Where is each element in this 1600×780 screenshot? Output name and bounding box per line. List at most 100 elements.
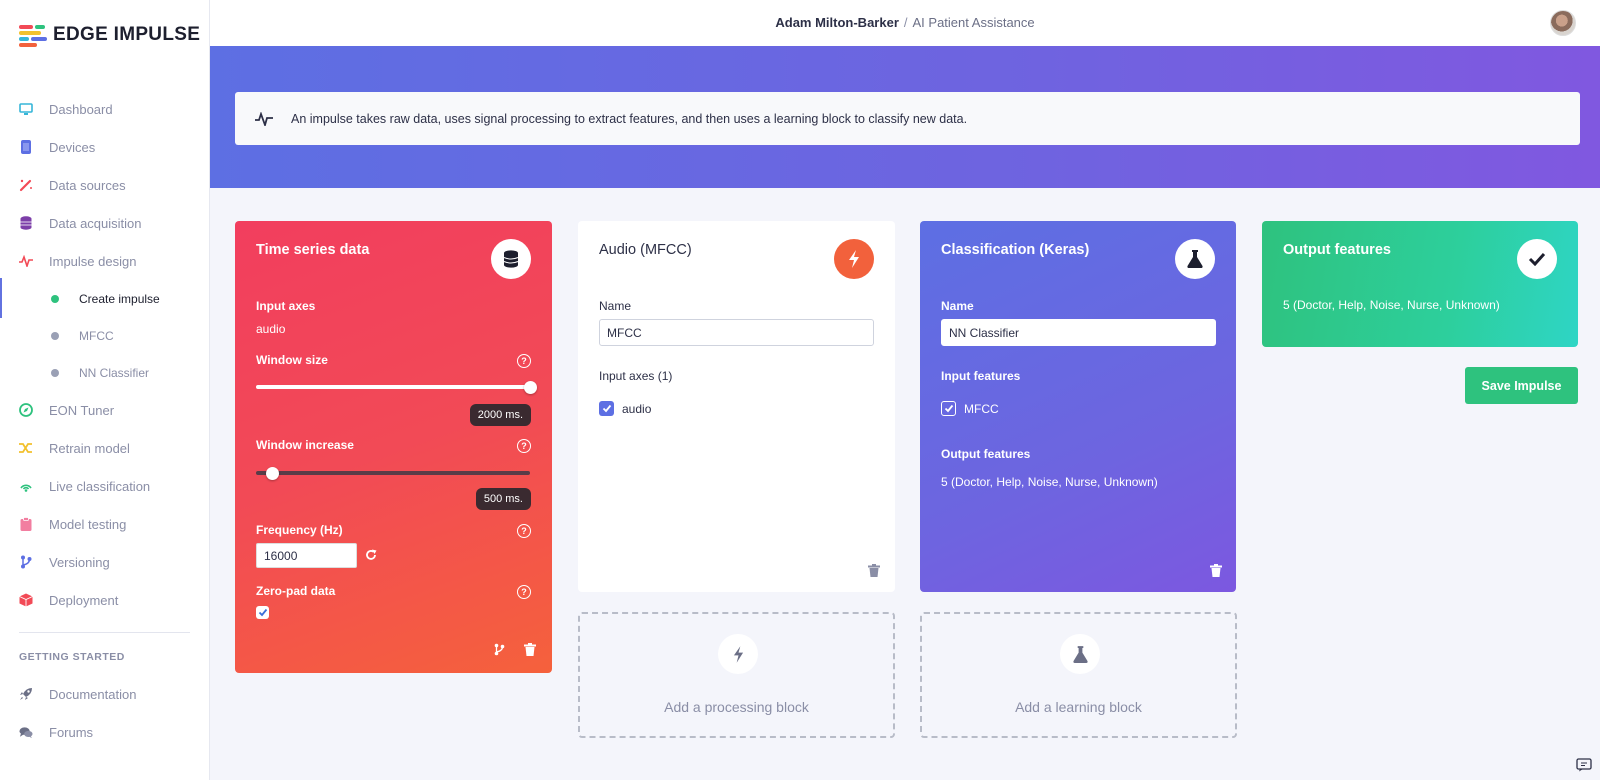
breadcrumb-project[interactable]: AI Patient Assistance — [913, 15, 1035, 30]
sidebar-item-label: Documentation — [49, 686, 137, 702]
block-name-input[interactable]: NN Classifier — [941, 319, 1216, 346]
output-features-value: 5 (Doctor, Help, Noise, Nurse, Unknown) — [1283, 298, 1500, 312]
name-label: Name — [599, 299, 632, 313]
lightning-icon — [834, 239, 874, 279]
sidebar-subitem-nn-classifier[interactable]: NN Classifier — [0, 354, 209, 391]
breadcrumb: Adam Milton-Barker / AI Patient Assistance — [210, 15, 1600, 30]
output-features-value: 5 (Doctor, Help, Noise, Nurse, Unknown) — [941, 475, 1158, 489]
sidebar-item-versioning[interactable]: Versioning — [0, 543, 209, 581]
breadcrumb-user[interactable]: Adam Milton-Barker — [775, 15, 899, 30]
logo-mark-icon — [19, 24, 47, 47]
output-features-label: Output features — [941, 447, 1031, 461]
sidebar-item-eon-tuner[interactable]: EON Tuner — [0, 391, 209, 429]
logo-text: EDGE IMPULSE — [53, 24, 201, 45]
window-increase-slider-handle[interactable] — [265, 467, 279, 480]
compass-icon — [19, 403, 33, 417]
dot-icon — [51, 331, 59, 340]
block-title: Classification (Keras) — [941, 242, 1090, 258]
active-dot-icon — [51, 294, 59, 303]
edge-impulse-logo[interactable]: EDGE IMPULSE — [19, 24, 201, 47]
check-icon — [1517, 239, 1557, 279]
dot-icon — [51, 368, 59, 377]
zero-pad-checkbox[interactable] — [256, 606, 269, 619]
add-learning-block[interactable]: Add a learning block — [920, 612, 1237, 738]
window-size-label: Window size — [256, 353, 328, 367]
learning-block-keras: Classification (Keras) Name NN Classifie… — [920, 221, 1236, 592]
help-icon[interactable]: ? — [517, 439, 531, 453]
pulse-icon — [255, 111, 273, 126]
axis-checkbox-audio[interactable] — [599, 401, 614, 416]
sidebar-item-devices[interactable]: Devices — [0, 128, 209, 166]
sidebar-item-retrain-model[interactable]: Retrain model — [0, 429, 209, 467]
flask-icon — [1175, 239, 1215, 279]
sidebar-item-label: Versioning — [49, 554, 110, 570]
window-increase-label: Window increase — [256, 438, 354, 452]
help-icon[interactable]: ? — [517, 585, 531, 599]
window-size-value-badge: 2000 ms. — [469, 404, 531, 426]
delete-icon[interactable] — [524, 643, 536, 656]
lightning-icon — [718, 634, 758, 674]
database-icon — [19, 216, 33, 230]
input-feature-option-label: MFCC — [964, 402, 999, 416]
zero-pad-label: Zero-pad data — [256, 584, 336, 598]
sidebar-item-label: EON Tuner — [49, 402, 115, 418]
monitor-icon — [19, 102, 33, 116]
getting-started-heading: GETTING STARTED — [19, 651, 125, 663]
clipboard-icon — [19, 517, 33, 531]
branch-icon — [19, 555, 33, 569]
block-title: Time series data — [256, 242, 370, 258]
sidebar-item-dashboard[interactable]: Dashboard — [0, 90, 209, 128]
add-processing-block[interactable]: Add a processing block — [578, 612, 895, 738]
database-icon — [491, 239, 531, 279]
sidebar-item-impulse-design[interactable]: Impulse design — [0, 242, 209, 280]
output-features-block: Output features 5 (Doctor, Help, Noise, … — [1262, 221, 1578, 347]
feedback-icon[interactable] — [1576, 758, 1592, 772]
window-size-slider-handle[interactable] — [523, 381, 537, 394]
sidebar-item-documentation[interactable]: Documentation — [0, 675, 209, 713]
delete-icon[interactable] — [868, 564, 880, 577]
frequency-input[interactable]: 16000 — [256, 543, 357, 568]
branch-icon[interactable] — [494, 643, 505, 656]
comments-icon — [19, 725, 33, 739]
input-axes-label: Input axes (1) — [599, 369, 673, 383]
sidebar-subitem-mfcc[interactable]: MFCC — [0, 317, 209, 354]
sidebar-item-label: Impulse design — [49, 253, 137, 269]
time-series-block: Time series data Input axes audio Window… — [235, 221, 552, 673]
delete-icon[interactable] — [1210, 564, 1222, 577]
sidebar-item-forums[interactable]: Forums — [0, 713, 209, 751]
sidebar-item-model-testing[interactable]: Model testing — [0, 505, 209, 543]
sidebar-item-label: Model testing — [49, 516, 127, 532]
sidebar-item-label: Data sources — [49, 177, 126, 193]
sidebar-item-data-acquisition[interactable]: Data acquisition — [0, 204, 209, 242]
input-features-label: Input features — [941, 369, 1021, 383]
sidebar-subitem-label: NN Classifier — [79, 365, 150, 380]
pulse-icon — [19, 254, 33, 268]
input-feature-checkbox-mfcc[interactable] — [941, 401, 956, 416]
add-learning-block-label: Add a learning block — [1015, 699, 1142, 715]
sidebar-item-deployment[interactable]: Deployment — [0, 581, 209, 619]
help-icon[interactable]: ? — [517, 354, 531, 368]
sidebar-item-label: Dashboard — [49, 101, 113, 117]
name-label: Name — [941, 299, 974, 313]
info-banner: An impulse takes raw data, uses signal p… — [235, 92, 1580, 145]
sidebar-item-data-sources[interactable]: Data sources — [0, 166, 209, 204]
box-icon — [19, 593, 33, 607]
save-impulse-button[interactable]: Save Impulse — [1465, 367, 1578, 404]
help-icon[interactable]: ? — [517, 524, 531, 538]
block-name-input[interactable]: MFCC — [599, 319, 874, 346]
sidebar-item-live-classification[interactable]: Live classification — [0, 467, 209, 505]
refresh-icon[interactable] — [365, 549, 377, 561]
user-avatar[interactable] — [1550, 10, 1576, 36]
sidebar-subitem-label: MFCC — [79, 328, 114, 343]
frequency-label: Frequency (Hz) — [256, 523, 343, 537]
sidebar-item-label: Devices — [49, 139, 96, 155]
processing-block-mfcc: Audio (MFCC) Name MFCC Input axes (1) au… — [578, 221, 895, 592]
sidebar-subitem-label: Create impulse — [79, 291, 160, 306]
sidebar-item-label: Retrain model — [49, 440, 130, 456]
sidebar-item-label: Data acquisition — [49, 215, 142, 231]
window-size-slider[interactable] — [256, 385, 530, 389]
sidebar-subitem-create-impulse[interactable]: Create impulse — [0, 278, 209, 318]
window-increase-value-badge: 500 ms. — [475, 488, 531, 510]
broadcast-icon — [19, 479, 33, 493]
window-increase-slider[interactable] — [256, 471, 530, 475]
